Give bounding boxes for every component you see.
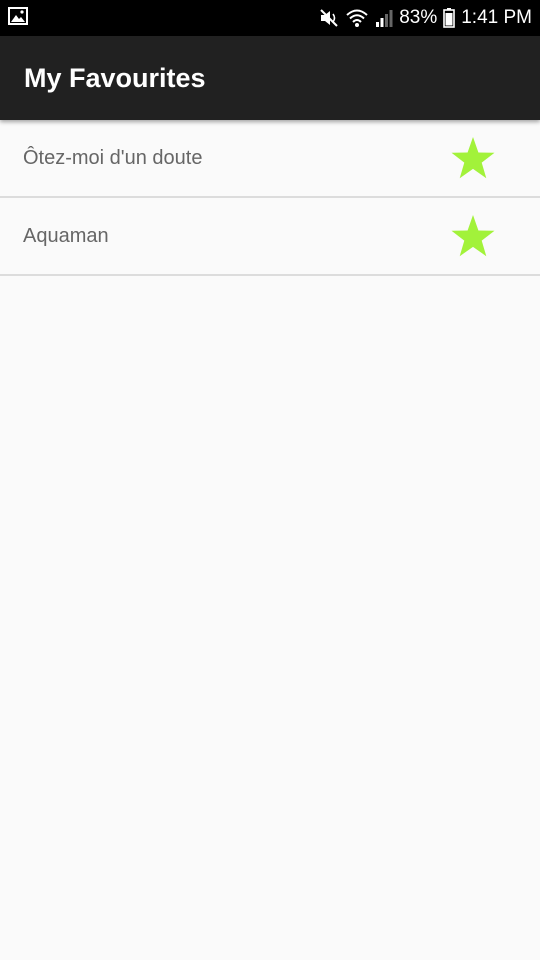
image-icon [8,6,28,30]
clock: 1:41 PM [461,7,532,28]
mute-icon [319,8,339,28]
list-item[interactable]: Ôtez-moi d'un doute [0,120,540,198]
list-item-label: Ôtez-moi d'un doute [23,146,203,169]
star-icon[interactable] [450,213,496,259]
wifi-icon [345,8,369,28]
status-bar: 83% 1:41 PM [0,0,540,36]
list-item[interactable]: Aquaman [0,198,540,276]
battery-level: 83% [399,7,438,28]
list-item-label: Aquaman [23,224,109,247]
page-title: My Favourites [24,62,206,93]
signal-icon [375,8,393,28]
app-bar: My Favourites [0,36,540,120]
battery-icon [443,8,456,28]
star-icon[interactable] [450,135,496,181]
favourites-list: Ôtez-moi d'un doute Aquaman [0,120,540,276]
